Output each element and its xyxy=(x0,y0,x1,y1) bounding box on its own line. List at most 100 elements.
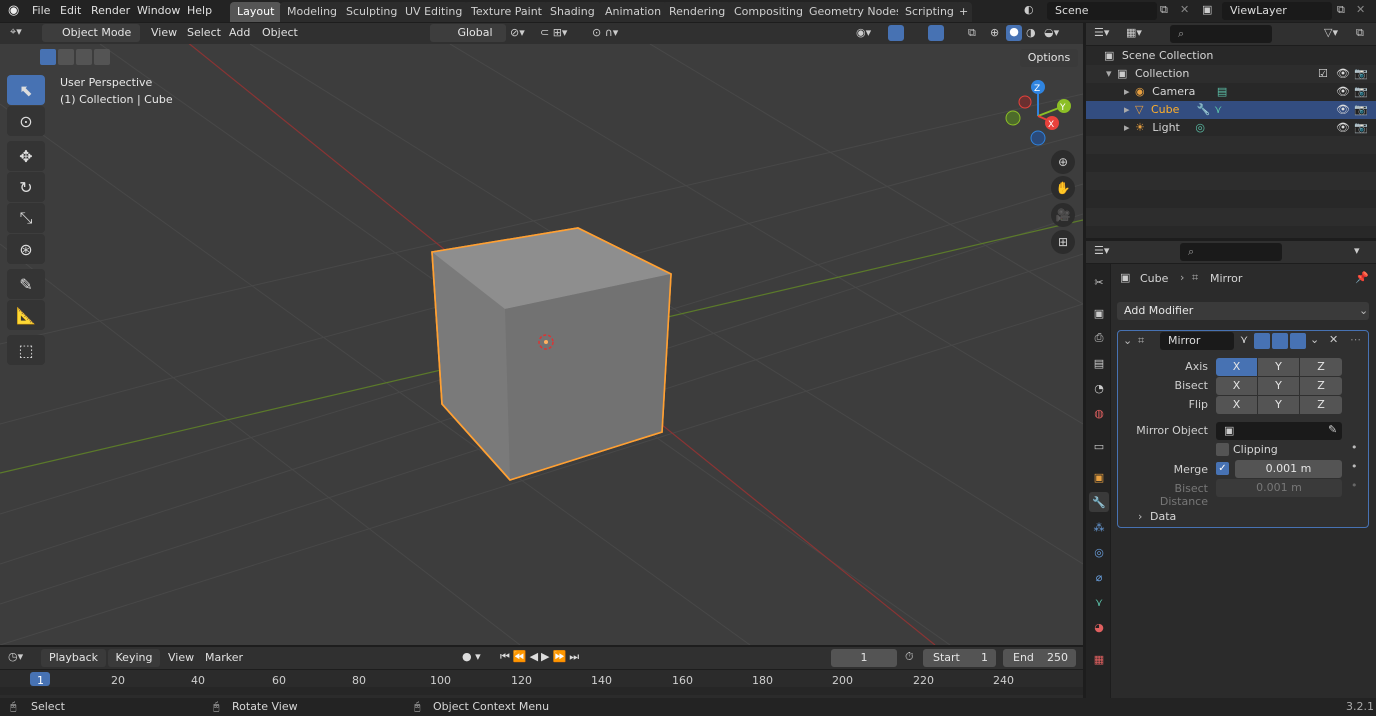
pin-icon[interactable]: 📌 xyxy=(1355,271,1369,284)
eye-icon[interactable]: 👁 xyxy=(1336,101,1350,119)
gizmo-toggle-icon[interactable] xyxy=(888,25,904,41)
bisect-y-toggle[interactable]: Y xyxy=(1258,377,1299,395)
close-view-layer-icon[interactable]: ✕ xyxy=(1356,3,1365,16)
tab-uv-editing[interactable]: UV Editing xyxy=(398,2,470,22)
stopwatch-icon[interactable]: ⏱ xyxy=(905,650,914,664)
axis-x-toggle[interactable]: X xyxy=(1216,358,1257,376)
object-tab-icon[interactable]: ▣ xyxy=(1089,467,1109,487)
axis-z-toggle[interactable]: Z xyxy=(1300,358,1342,376)
scale-tool[interactable]: ⤡ xyxy=(7,203,45,233)
expand-icon[interactable]: ▸ xyxy=(1124,85,1130,98)
clipping-checkbox[interactable] xyxy=(1216,443,1229,456)
add-cube-tool[interactable]: ⬚ xyxy=(7,335,45,365)
tab-modeling[interactable]: Modeling xyxy=(280,2,345,22)
material-tab-icon[interactable]: ◕ xyxy=(1089,617,1109,637)
add-modifier-dropdown[interactable]: Add Modifier xyxy=(1117,302,1369,320)
select-subtract-icon[interactable] xyxy=(76,49,92,65)
render-icon[interactable]: 📷 xyxy=(1354,83,1368,101)
new-view-layer-icon[interactable]: ⧉ xyxy=(1337,3,1345,17)
edit-mode-toggle-icon[interactable]: ⋎ xyxy=(1236,333,1252,349)
drag-handle-icon[interactable]: ⋯ xyxy=(1350,333,1361,346)
eye-icon[interactable]: 👁 xyxy=(1336,119,1350,137)
properties-editor-icon[interactable]: ☰▾ xyxy=(1094,244,1109,257)
timeline-marker-menu[interactable]: Marker xyxy=(199,649,249,667)
new-collection-icon[interactable]: ⧉ xyxy=(1356,26,1364,40)
bisect-x-toggle[interactable]: X xyxy=(1216,377,1257,395)
tool-tab-icon[interactable]: ✂ xyxy=(1089,272,1109,292)
menu-window[interactable]: Window xyxy=(131,2,186,20)
record-icon[interactable]: ● ▾ xyxy=(462,650,481,663)
keyframe-dot-icon[interactable]: • xyxy=(1351,460,1358,473)
menu-render[interactable]: Render xyxy=(85,2,136,20)
particles-tab-icon[interactable]: ⁂ xyxy=(1089,517,1109,537)
timeline-editor-icon[interactable]: ◷▾ xyxy=(8,650,23,663)
flip-x-toggle[interactable]: X xyxy=(1216,396,1257,414)
cursor-tool[interactable]: ⊙ xyxy=(7,106,45,136)
tab-rendering[interactable]: Rendering xyxy=(662,2,733,22)
outliner-search-input[interactable]: ⌕ xyxy=(1170,25,1272,43)
collection-tab-icon[interactable]: ▭ xyxy=(1089,436,1109,456)
tab-layout[interactable]: Layout xyxy=(230,2,282,22)
editor-type-icon[interactable]: ⌖▾ xyxy=(10,25,22,39)
render-icon[interactable]: 📷 xyxy=(1354,119,1368,137)
eyedropper-icon[interactable]: ✎ xyxy=(1328,423,1337,436)
outliner-row-cube[interactable]: ▸ ▽ Cube 🔧 ⋎ 👁 📷 xyxy=(1086,101,1376,119)
scene-tab-icon[interactable]: ◔ xyxy=(1089,378,1109,398)
select-extend-icon[interactable] xyxy=(58,49,74,65)
expand-icon[interactable]: ▸ xyxy=(1124,121,1130,134)
viewport-toggle-icon[interactable] xyxy=(1272,333,1288,349)
annotate-tool[interactable]: ✎ xyxy=(7,269,45,299)
scene-field[interactable]: Scene xyxy=(1047,2,1157,20)
blender-logo-icon[interactable]: ◉ xyxy=(8,3,19,18)
render-toggle-icon[interactable] xyxy=(1290,333,1306,349)
filter-icon[interactable]: ▽▾ xyxy=(1324,26,1338,39)
keying-dropdown[interactable]: Keying xyxy=(108,649,160,667)
eye-icon[interactable]: 👁 xyxy=(1336,65,1350,83)
view-layer-tab-icon[interactable]: ▤ xyxy=(1089,353,1109,373)
modifier-menu-icon[interactable]: ⌄ xyxy=(1310,333,1319,346)
close-scene-icon[interactable]: ✕ xyxy=(1180,3,1189,16)
collapse-icon[interactable]: ⌄ xyxy=(1123,334,1132,347)
perspective-toggle-icon[interactable]: ⊞ xyxy=(1051,230,1075,254)
playback-dropdown[interactable]: Playback xyxy=(41,649,106,667)
expand-data-icon[interactable]: › xyxy=(1138,510,1142,523)
cage-toggle-icon[interactable] xyxy=(1254,333,1270,349)
orientation-dropdown[interactable]: Global xyxy=(430,24,506,42)
flip-y-toggle[interactable]: Y xyxy=(1258,396,1299,414)
keyframe-dot-icon[interactable]: • xyxy=(1351,441,1358,454)
add-workspace-icon[interactable]: + xyxy=(955,2,973,22)
proportional-edit-icon[interactable]: ⊙ ∩▾ xyxy=(592,26,618,39)
camera-view-icon[interactable]: 🎥 xyxy=(1051,203,1075,227)
flip-z-toggle[interactable]: Z xyxy=(1300,396,1342,414)
data-subpanel-label[interactable]: Data xyxy=(1150,510,1176,523)
move-tool[interactable]: ✥ xyxy=(7,141,45,171)
render-icon[interactable]: 📷 xyxy=(1354,65,1368,83)
bisect-z-toggle[interactable]: Z xyxy=(1300,377,1342,395)
playback-controls-icon[interactable]: ⏮⏪◀▶⏩⏭ xyxy=(500,650,582,664)
expand-icon[interactable]: ▸ xyxy=(1124,103,1130,116)
outliner-row-collection[interactable]: ▾ ▣ Collection ☑ 👁 📷 xyxy=(1086,65,1376,83)
navigation-gizmo[interactable]: Z Y X xyxy=(1000,78,1080,148)
bisect-distance-field[interactable]: 0.001 m xyxy=(1216,479,1342,497)
tab-geometry-nodes[interactable]: Geometry Nodes xyxy=(802,2,909,22)
tab-shading[interactable]: Shading xyxy=(543,2,602,22)
pan-hand-icon[interactable]: ✋ xyxy=(1051,176,1075,200)
timeline-scrollbar[interactable] xyxy=(0,687,1083,695)
expand-icon[interactable]: ▾ xyxy=(1106,67,1112,80)
mode-dropdown[interactable]: Object Mode xyxy=(42,24,140,42)
rotate-tool[interactable]: ↻ xyxy=(7,172,45,202)
outliner-row-light[interactable]: ▸ ☀ Light ◎ 👁 📷 xyxy=(1086,119,1376,137)
data-tab-icon[interactable]: ⋎ xyxy=(1089,592,1109,612)
menu-file[interactable]: File xyxy=(26,2,56,20)
modifier-name-input[interactable]: Mirror xyxy=(1160,332,1234,350)
modifier-tab-icon[interactable]: 🔧 xyxy=(1089,492,1109,512)
texture-tab-icon[interactable]: ▦ xyxy=(1089,649,1109,669)
select-intersect-icon[interactable] xyxy=(94,49,110,65)
pivot-icon[interactable]: ⊘▾ xyxy=(510,26,525,39)
tab-animation[interactable]: Animation xyxy=(598,2,669,22)
output-tab-icon[interactable]: ⎙ xyxy=(1089,328,1109,348)
rendered-shading-icon[interactable]: ◒▾ xyxy=(1044,26,1059,39)
current-frame-field[interactable]: 1 xyxy=(831,649,897,667)
exclude-checkbox[interactable]: ☑ xyxy=(1318,65,1328,83)
tab-compositing[interactable]: Compositing xyxy=(727,2,810,22)
